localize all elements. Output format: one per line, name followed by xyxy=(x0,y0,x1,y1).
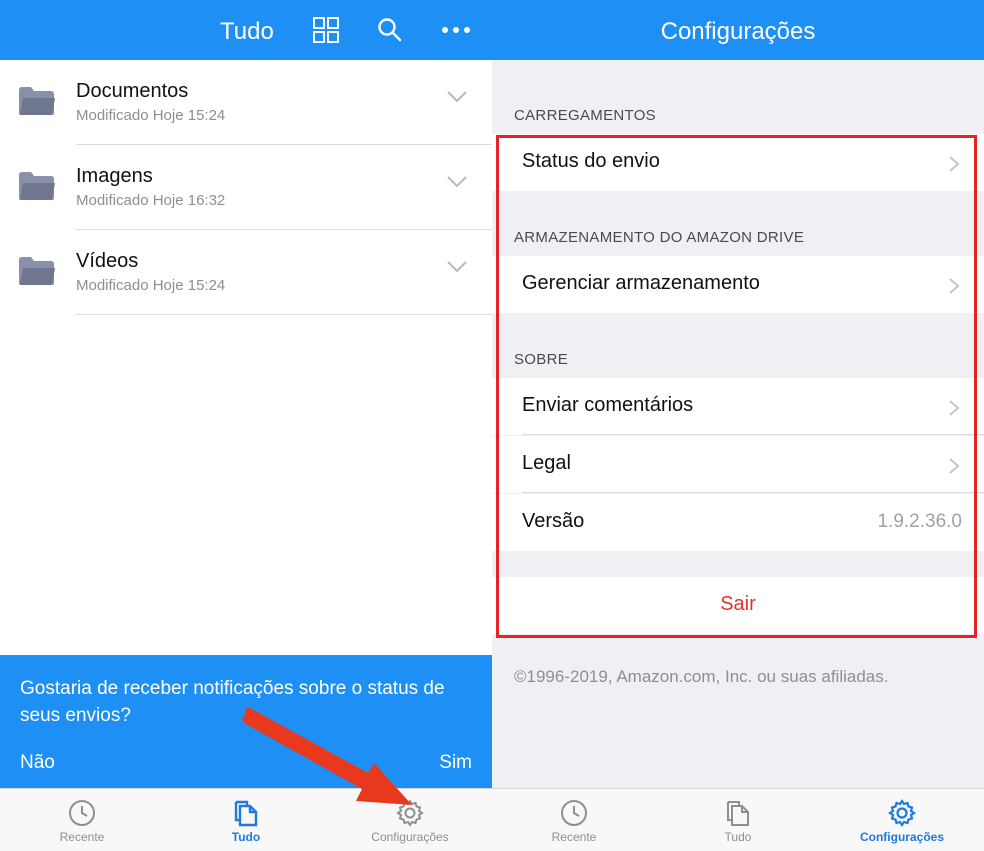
clock-icon xyxy=(559,798,589,828)
tab-bar: Recente Tudo Configurações xyxy=(492,788,984,851)
section-header-uploads: CARREGAMENTOS xyxy=(514,107,656,124)
tab-label: Tudo xyxy=(724,830,752,844)
copyright-text: ©1996-2019, Amazon.com, Inc. ou suas afi… xyxy=(514,667,889,686)
divider xyxy=(76,314,492,315)
highlight-box xyxy=(496,135,977,638)
page-title: Configurações xyxy=(660,18,816,45)
files-icon xyxy=(723,798,753,828)
settings-screen: Configurações CARREGAMENTOS Status do en… xyxy=(492,0,984,851)
files-header: Tudo xyxy=(0,0,492,60)
folder-modified: Modificado Hoje 15:24 xyxy=(76,107,226,124)
settings-header: Configurações xyxy=(492,0,984,60)
tab-recente[interactable]: Recente xyxy=(492,789,656,851)
tab-label: Recente xyxy=(551,830,597,844)
decline-button[interactable]: Não xyxy=(20,752,55,774)
folder-row[interactable]: Imagens Modificado Hoje 16:32 xyxy=(0,145,492,230)
folder-modified: Modificado Hoje 15:24 xyxy=(76,277,226,294)
more-icon[interactable] xyxy=(440,14,472,46)
clock-icon xyxy=(67,798,97,828)
grid-icon[interactable] xyxy=(310,14,342,46)
folder-name: Imagens xyxy=(76,165,153,187)
files-screen: Tudo Documentos Modificado Hoje 15:24 Im… xyxy=(0,0,492,851)
tab-recente[interactable]: Recente xyxy=(0,789,164,851)
folder-icon xyxy=(18,86,56,121)
tab-label: Tudo xyxy=(231,830,261,844)
search-icon[interactable] xyxy=(374,14,406,46)
gear-icon xyxy=(887,798,917,828)
chevron-down-icon[interactable] xyxy=(446,175,468,194)
folder-row[interactable]: Documentos Modificado Hoje 15:24 xyxy=(0,60,492,145)
tab-tudo[interactable]: Tudo xyxy=(656,789,820,851)
page-title: Tudo xyxy=(220,18,274,45)
accept-button[interactable]: Sim xyxy=(439,752,472,774)
chevron-down-icon[interactable] xyxy=(446,90,468,109)
folder-icon xyxy=(18,171,56,206)
folder-name: Documentos xyxy=(76,80,189,102)
chevron-down-icon[interactable] xyxy=(446,260,468,279)
folder-icon xyxy=(18,256,56,291)
pointer-arrow xyxy=(242,707,412,805)
tab-configuracoes[interactable]: Configurações xyxy=(820,789,984,851)
folder-name: Vídeos xyxy=(76,250,139,272)
folder-row[interactable]: Vídeos Modificado Hoje 15:24 xyxy=(0,230,492,315)
tab-label: Configurações xyxy=(859,830,944,844)
tab-label: Recente xyxy=(59,830,105,844)
folder-modified: Modificado Hoje 16:32 xyxy=(76,192,226,209)
tab-label: Configurações xyxy=(371,830,449,844)
